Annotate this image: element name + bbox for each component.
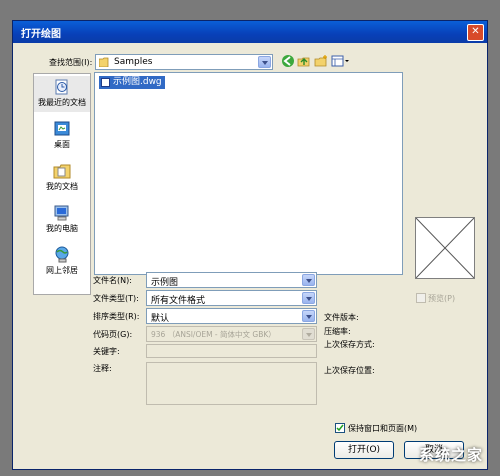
preview-checkbox	[416, 293, 426, 303]
chevron-down-icon[interactable]	[258, 56, 271, 68]
last-saved-by-label: 上次保存方式:	[324, 340, 375, 349]
dwg-file-icon	[101, 78, 110, 87]
keywords-label: 关键字:	[93, 347, 120, 356]
place-label: 我的电脑	[46, 224, 78, 233]
sort-dropdown[interactable]: 默认	[146, 308, 317, 324]
codepage-value: 936 （ANSI/OEM - 简体中文 GBK）	[151, 330, 276, 339]
new-folder-icon[interactable]	[314, 54, 328, 68]
recent-documents-icon	[55, 79, 68, 95]
lookin-value: Samples	[114, 57, 153, 67]
chevron-down-icon	[302, 328, 315, 340]
filetype-label: 文件类型(T):	[93, 294, 139, 303]
view-menu-icon[interactable]	[331, 54, 351, 68]
file-list[interactable]: 示例图.dwg	[94, 72, 403, 275]
open-drawing-dialog: 打开绘图 ✕ 查找范围(I): Samples 我最近的文档 桌面 我的文档 我…	[12, 20, 488, 470]
places-bar: 我最近的文档 桌面 我的文档 我的电脑 网上邻居	[33, 73, 91, 295]
my-documents-icon	[53, 164, 71, 179]
preview-label: 预览(P)	[428, 294, 456, 303]
back-icon[interactable]	[281, 54, 295, 68]
last-saved-location-label: 上次保存位置:	[324, 366, 375, 375]
chevron-down-icon[interactable]	[302, 310, 315, 322]
codepage-label: 代码页(G):	[93, 330, 133, 339]
title-bar[interactable]: 打开绘图 ✕	[13, 21, 487, 43]
comments-field	[146, 362, 317, 405]
place-desktop[interactable]: 桌面	[34, 118, 90, 154]
file-version-label: 文件版本:	[324, 313, 359, 322]
compression-label: 压缩率:	[324, 327, 351, 336]
place-label: 我的文档	[46, 182, 78, 191]
place-label: 桌面	[54, 140, 70, 149]
list-item[interactable]: 示例图.dwg	[99, 76, 165, 89]
place-network[interactable]: 网上邻居	[34, 244, 90, 280]
keywords-field	[146, 344, 317, 358]
filetype-value: 所有文件格式	[151, 296, 206, 306]
network-icon	[55, 246, 69, 263]
check-icon	[336, 424, 344, 432]
sort-label: 排序类型(R):	[93, 312, 140, 321]
filename-label: 文件名(N):	[93, 276, 132, 285]
dialog-title: 打开绘图	[21, 29, 61, 40]
my-computer-icon	[54, 205, 69, 221]
codepage-dropdown: 936 （ANSI/OEM - 简体中文 GBK）	[146, 326, 317, 342]
keep-window-label: 保持窗口和页面(M)	[348, 424, 418, 433]
comments-label: 注释:	[93, 364, 112, 373]
chevron-down-icon[interactable]	[302, 292, 315, 304]
filename-input[interactable]: 示例图	[146, 272, 317, 288]
desktop-icon	[54, 121, 70, 136]
no-preview-icon	[415, 217, 475, 279]
place-label: 网上邻居	[46, 266, 78, 275]
preview-box	[415, 217, 475, 279]
file-name: 示例图.dwg	[113, 77, 162, 87]
lookin-dropdown[interactable]: Samples	[95, 54, 273, 70]
chevron-down-icon[interactable]	[302, 274, 315, 286]
place-my-documents[interactable]: 我的文档	[34, 160, 90, 196]
filetype-dropdown[interactable]: 所有文件格式	[146, 290, 317, 306]
place-label: 我最近的文档	[38, 98, 86, 107]
close-button[interactable]: ✕	[467, 24, 484, 41]
filename-value: 示例图	[151, 278, 179, 288]
folder-icon	[99, 57, 109, 67]
up-folder-icon[interactable]	[297, 54, 311, 68]
place-my-computer[interactable]: 我的电脑	[34, 202, 90, 238]
place-recent-documents[interactable]: 我最近的文档	[34, 76, 90, 112]
keep-window-checkbox[interactable]	[335, 423, 345, 433]
lookin-label: 查找范围(I):	[49, 58, 93, 67]
open-button[interactable]: 打开(O)	[334, 441, 394, 459]
watermark: 系统之家	[418, 446, 483, 464]
sort-value: 默认	[151, 314, 170, 324]
